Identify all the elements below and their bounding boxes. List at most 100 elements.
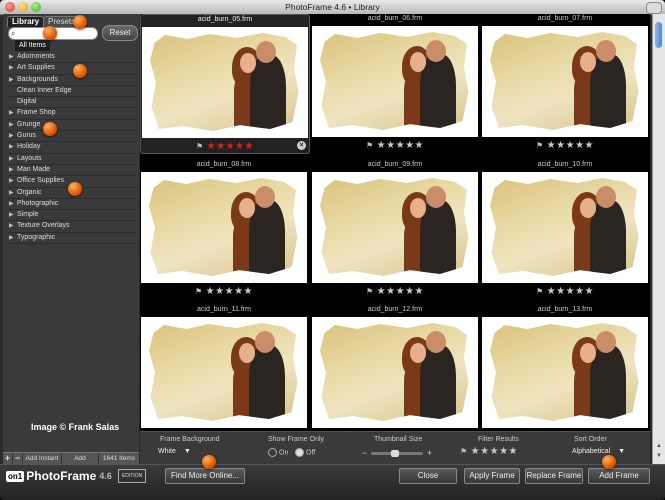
star-icon[interactable]: ★ [415, 286, 424, 297]
disclosure-triangle-icon[interactable]: ▶ [9, 199, 17, 209]
star-icon[interactable]: ★ [405, 140, 414, 151]
replace-frame-button[interactable]: Replace Frame [525, 468, 583, 484]
frame-thumbnail[interactable]: acid_burn_08.frm ⚑ ★★★★★ [140, 160, 308, 298]
star-icon[interactable]: ★ [509, 446, 518, 457]
frame-preview-image[interactable] [482, 26, 648, 137]
disclosure-triangle-icon[interactable]: ▶ [9, 176, 17, 186]
disclosure-triangle-icon[interactable]: ▶ [9, 63, 17, 73]
flag-icon[interactable]: ⚑ [536, 287, 544, 296]
category-item[interactable]: ▶ Frame Shop [6, 108, 136, 120]
category-item[interactable]: ▶ Texture Overlays [6, 221, 136, 233]
flag-icon[interactable]: ⚑ [366, 287, 374, 296]
add-instant-button[interactable]: Add Instant [23, 453, 62, 464]
disclosure-triangle-icon[interactable]: ▶ [9, 210, 17, 220]
frame-preview-image[interactable] [141, 172, 307, 283]
star-icon[interactable]: ★ [566, 286, 575, 297]
category-item[interactable]: ▶ Holiday [6, 142, 136, 154]
star-icon[interactable]: ★ [215, 286, 224, 297]
star-icon[interactable]: ★ [575, 286, 584, 297]
star-rating[interactable]: ⚑★★★★★ [311, 140, 479, 151]
star-icon[interactable]: ★ [556, 286, 565, 297]
show-frame-on-radio[interactable]: On [268, 448, 288, 457]
frame-thumbnail[interactable]: acid_burn_09.frm ⚑ ★★★★★ [311, 160, 479, 298]
toolbar-toggle-icon[interactable] [646, 2, 662, 14]
star-icon[interactable]: ★ [396, 286, 405, 297]
category-item[interactable]: ▶ Typographic [6, 233, 136, 245]
disclosure-triangle-icon[interactable]: ▶ [9, 188, 17, 198]
disclosure-triangle-icon[interactable]: ▶ [9, 165, 17, 175]
star-icon[interactable]: ★ [585, 286, 594, 297]
frame-thumbnail[interactable]: acid_burn_05.frm ⚑ ★★★★★ × [140, 14, 310, 154]
frame-thumbnail[interactable]: acid_burn_06.frm ⚑ ★★★★★ [311, 14, 479, 152]
all-items-filter[interactable]: All Items [15, 40, 50, 51]
slider-knob[interactable] [391, 450, 399, 457]
category-item[interactable]: ▶ Man Made [6, 165, 136, 177]
category-item[interactable]: ▶ Layouts [6, 154, 136, 165]
close-icon[interactable]: × [297, 141, 306, 150]
frame-thumbnail[interactable]: acid_burn_07.frm ⚑ ★★★★★ [481, 14, 649, 152]
category-item[interactable]: ▶ Art Supplies [6, 63, 136, 75]
add-frame-button[interactable]: Add Frame [588, 468, 650, 484]
disclosure-triangle-icon[interactable]: ▶ [9, 75, 17, 85]
category-item[interactable]: Clean Inner Edge [6, 86, 136, 98]
disclosure-triangle-icon[interactable]: ▶ [9, 108, 17, 118]
star-icon[interactable]: ★ [235, 141, 244, 152]
zoom-out-icon[interactable]: − [362, 448, 367, 458]
disclosure-triangle-icon[interactable]: ▶ [9, 233, 17, 243]
disclosure-triangle-icon[interactable]: ▶ [9, 131, 17, 141]
star-icon[interactable]: ★ [245, 141, 254, 152]
star-icon[interactable]: ★ [396, 140, 405, 151]
category-item[interactable]: ▶ Simple [6, 210, 136, 222]
star-icon[interactable]: ★ [386, 286, 395, 297]
star-rating[interactable]: ⚑★★★★★ [141, 141, 309, 152]
category-item[interactable]: ▶ Grunge [6, 120, 136, 132]
star-rating[interactable]: ⚑★★★★★ [481, 286, 649, 297]
scroll-up-icon[interactable]: ▲ [655, 442, 663, 450]
frame-preview-image[interactable] [312, 26, 478, 137]
title-bar[interactable]: PhotoFrame 4.6 • Library [0, 0, 665, 15]
sort-order-select[interactable]: Alphabetical ▼ [572, 448, 625, 455]
star-icon[interactable]: ★ [556, 140, 565, 151]
star-icon[interactable]: ★ [566, 140, 575, 151]
flag-icon[interactable]: ⚑ [196, 142, 204, 151]
disclosure-triangle-icon[interactable]: ▶ [9, 142, 17, 152]
star-rating[interactable]: ⚑★★★★★ [481, 140, 649, 151]
star-icon[interactable]: ★ [547, 140, 556, 151]
remove-category-button[interactable]: − [13, 453, 23, 464]
frame-preview-image[interactable] [482, 317, 648, 428]
star-icon[interactable]: ★ [216, 141, 225, 152]
star-icon[interactable]: ★ [480, 446, 489, 457]
flag-icon[interactable]: ⚑ [195, 287, 203, 296]
star-icon[interactable]: ★ [377, 286, 386, 297]
star-icon[interactable]: ★ [225, 286, 234, 297]
category-item[interactable]: ▶ Backgrounds [6, 75, 136, 86]
frame-preview-image[interactable] [141, 317, 307, 428]
add-category-button[interactable]: + [3, 453, 13, 464]
star-rating[interactable]: ⚑★★★★★ [140, 286, 308, 297]
star-icon[interactable]: ★ [547, 286, 556, 297]
star-rating[interactable]: ⚑★★★★★ [311, 286, 479, 297]
thumbnail-size-slider[interactable]: − + [362, 448, 432, 458]
category-item[interactable]: ▶ Adornments [6, 52, 136, 64]
frame-thumbnail[interactable]: acid_burn_11.frm⚑★★★★★ [140, 305, 308, 443]
disclosure-triangle-icon[interactable]: ▶ [9, 221, 17, 231]
star-icon[interactable]: ★ [206, 286, 215, 297]
star-icon[interactable]: ★ [575, 140, 584, 151]
star-icon[interactable]: ★ [490, 446, 499, 457]
star-icon[interactable]: ★ [244, 286, 253, 297]
slider-track[interactable] [371, 450, 423, 457]
disclosure-triangle-icon[interactable]: ▶ [9, 154, 17, 164]
star-icon[interactable]: ★ [377, 140, 386, 151]
flag-icon[interactable]: ⚑ [366, 141, 374, 150]
frame-preview-image[interactable] [482, 172, 648, 283]
scrollbar-thumb[interactable] [655, 22, 662, 48]
star-icon[interactable]: ★ [415, 140, 424, 151]
flag-icon[interactable]: ⚑ [460, 447, 468, 456]
flag-icon[interactable]: ⚑ [536, 141, 544, 150]
frame-thumbnail[interactable]: acid_burn_12.frm⚑★★★★★ [311, 305, 479, 443]
zoom-in-icon[interactable]: + [427, 448, 432, 458]
star-icon[interactable]: ★ [585, 140, 594, 151]
tab-library[interactable]: Library [7, 16, 45, 27]
grid-scrollbar[interactable]: ▲ ▼ [652, 14, 665, 464]
disclosure-triangle-icon[interactable]: ▶ [9, 120, 17, 130]
